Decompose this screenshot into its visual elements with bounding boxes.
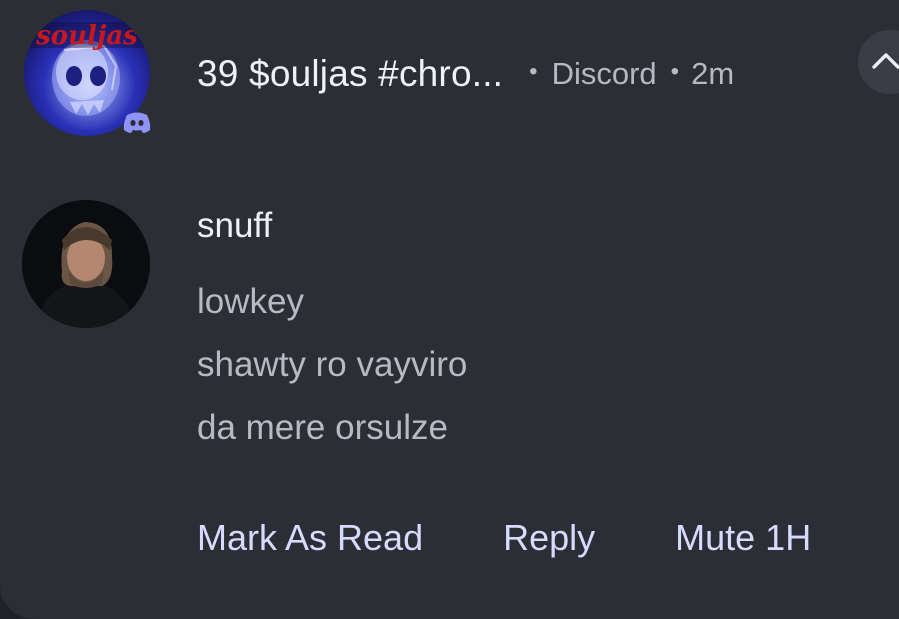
timestamp: 2m	[691, 56, 735, 91]
message-line: shawty ro vayviro	[197, 345, 468, 384]
collapse-button[interactable]	[858, 30, 899, 94]
group-title: 39 $ouljas #chro...	[197, 53, 504, 94]
discord-icon	[118, 108, 156, 138]
notification-header: 39 $ouljas #chro... • Discord • 2m	[197, 52, 734, 96]
notification-card[interactable]: souljas 39 $ouljas #chro... • Discord • …	[0, 0, 899, 619]
reply-button[interactable]: Reply	[503, 517, 595, 559]
separator-dot: •	[670, 58, 680, 85]
chevron-up-icon	[871, 50, 899, 75]
message-line: da mere orsulze	[197, 408, 448, 447]
group-avatar-logo-text: souljas	[35, 21, 138, 51]
app-name: Discord	[551, 56, 657, 91]
message-line: lowkey	[197, 282, 304, 321]
separator-dot: •	[529, 58, 538, 85]
mark-as-read-button[interactable]: Mark As Read	[197, 517, 423, 559]
sender-name: snuff	[197, 206, 273, 245]
notification-actions: Mark As Read Reply Mute 1H	[197, 516, 811, 560]
sender-avatar	[22, 200, 150, 328]
mute-button[interactable]: Mute 1H	[675, 517, 811, 559]
